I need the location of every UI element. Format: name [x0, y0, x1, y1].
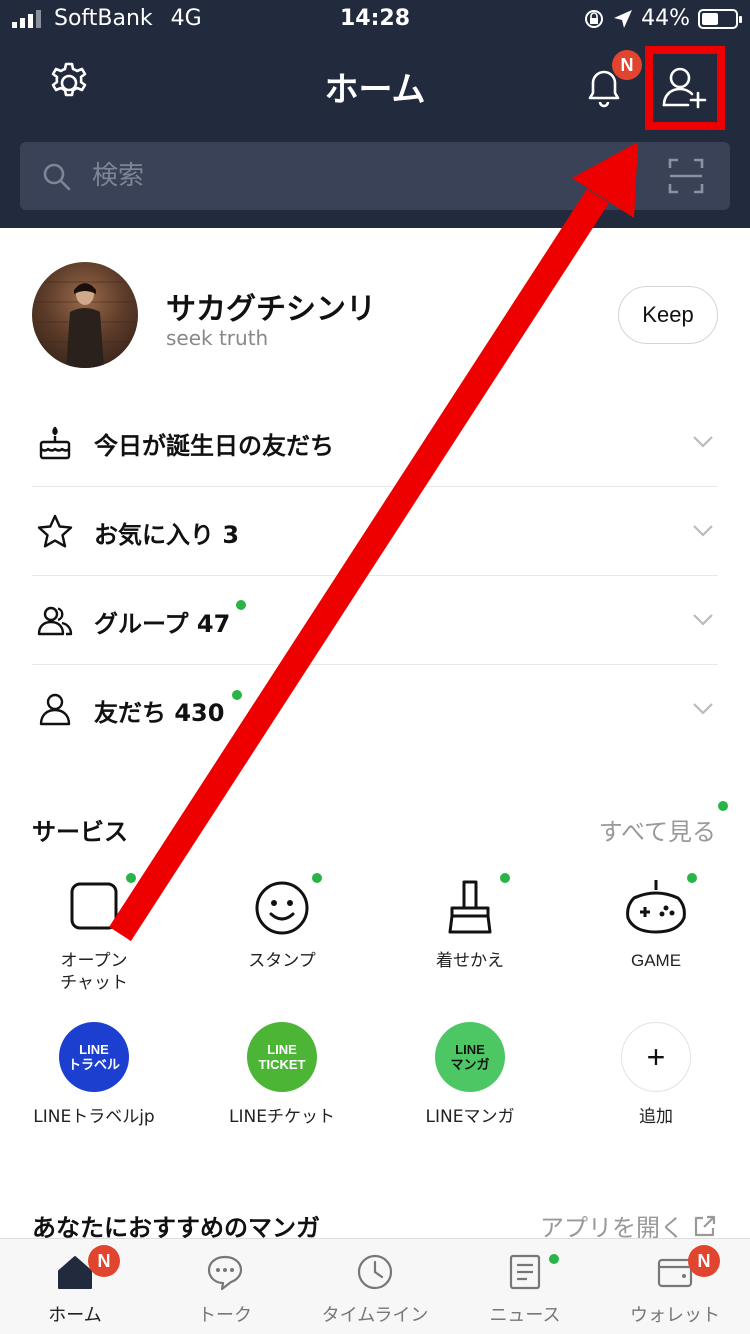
tab-label: ホーム: [48, 1305, 102, 1326]
see-all-link[interactable]: すべて見る: [599, 812, 716, 847]
new-indicator-dot: [232, 690, 242, 700]
plus-icon: +: [621, 1022, 691, 1092]
service-label: 追加: [639, 1107, 673, 1127]
line-ticket-icon: LINE TICKET: [247, 1022, 317, 1092]
location-icon: [614, 9, 633, 28]
status-bar: SoftBank 4G 14:28 44%: [0, 0, 750, 40]
service-label: LINEチケット: [229, 1107, 335, 1127]
line-manga-icon: LINE マンガ: [435, 1022, 505, 1092]
chevron-down-icon: [693, 614, 713, 626]
cake-icon: [39, 426, 71, 460]
tab-label: ウォレット: [630, 1305, 720, 1326]
service-line-manga[interactable]: LINE マンガ LINEマンガ: [376, 1022, 564, 1132]
new-indicator-dot: [126, 873, 136, 883]
chat-icon: [207, 1255, 243, 1291]
qr-scan-icon[interactable]: [668, 158, 704, 194]
service-label: GAME: [630, 951, 682, 970]
add-friend-button[interactable]: [645, 46, 725, 130]
list-row-label: 友だち 430: [94, 699, 225, 727]
tab-timeline[interactable]: タイムライン: [300, 1239, 450, 1334]
status-right: 44%: [583, 6, 742, 31]
service-theme[interactable]: 着せかえ: [376, 873, 564, 976]
battery-icon: [698, 8, 742, 29]
top-header: SoftBank 4G 14:28 44% ホーム N: [0, 0, 750, 228]
service-label: LINEマンガ: [425, 1107, 515, 1127]
clock-icon: [357, 1254, 393, 1290]
search-input[interactable]: [92, 156, 592, 196]
list-row-label: お気に入り 3: [94, 521, 240, 549]
tab-home[interactable]: N ホーム: [0, 1239, 150, 1334]
add-friend-icon: [662, 67, 707, 109]
list-row-label: グループ 47: [94, 610, 231, 638]
keep-button[interactable]: Keep: [618, 286, 718, 344]
new-indicator-dot: [549, 1254, 559, 1264]
group-icon: [37, 606, 73, 636]
list-row-groups[interactable]: グループ 47: [32, 576, 718, 665]
new-indicator-dot: [312, 873, 322, 883]
chevron-down-icon: [693, 436, 713, 448]
service-label: 着せかえ: [436, 951, 504, 971]
service-add[interactable]: + 追加: [562, 1022, 750, 1132]
list-row-birthdays[interactable]: 今日が誕生日の友だち: [32, 398, 718, 487]
service-label: スタンプ: [248, 951, 316, 971]
tab-label: タイムライン: [321, 1305, 429, 1326]
tab-wallet[interactable]: N ウォレット: [600, 1239, 750, 1334]
profile-section[interactable]: サカグチシンリ seek truth Keep: [0, 228, 750, 398]
list-row-label: 今日が誕生日の友だち: [94, 432, 334, 460]
tab-news[interactable]: ニュース: [450, 1239, 600, 1334]
sticker-icon: [255, 881, 309, 935]
list-row-friends[interactable]: 友だち 430: [32, 665, 718, 754]
wallet-badge: N: [688, 1245, 720, 1277]
chevron-down-icon: [693, 703, 713, 715]
tab-label: ニュース: [489, 1305, 561, 1326]
game-icon: [626, 880, 686, 934]
news-icon: [509, 1254, 541, 1290]
profile-status-message: seek truth: [166, 326, 269, 350]
notification-badge: N: [612, 50, 642, 80]
home-badge: N: [88, 1245, 120, 1277]
line-travel-icon: LINE トラベル: [59, 1022, 129, 1092]
rotation-lock-icon: [585, 9, 604, 28]
service-line-travel[interactable]: LINE トラベル LINEトラベルjp: [0, 1022, 188, 1132]
theme-icon: [448, 880, 492, 934]
new-indicator-dot: [687, 873, 697, 883]
avatar-photo: [32, 281, 138, 368]
chevron-down-icon: [693, 525, 713, 537]
new-indicator-dot: [718, 801, 728, 811]
search-bar[interactable]: [20, 142, 730, 210]
profile-name: サカグチシンリ: [166, 292, 376, 327]
list-row-favorites[interactable]: お気に入り 3: [32, 487, 718, 576]
search-icon: [43, 163, 71, 191]
battery-percent: 44%: [641, 6, 690, 31]
avatar[interactable]: [32, 262, 138, 368]
openchat-icon: [70, 882, 118, 930]
external-link-icon: [694, 1215, 716, 1236]
tab-chats[interactable]: トーク: [150, 1239, 300, 1334]
star-icon: [37, 514, 73, 548]
new-indicator-dot: [236, 600, 246, 610]
service-line-ticket[interactable]: LINE TICKET LINEチケット: [188, 1022, 376, 1132]
service-label: LINEトラベルjp: [33, 1107, 155, 1127]
new-indicator-dot: [500, 873, 510, 883]
tab-label: トーク: [198, 1305, 252, 1326]
service-sticker[interactable]: スタンプ: [188, 873, 376, 976]
services-title: サービス: [32, 818, 128, 846]
service-openchat[interactable]: オープン チャット: [0, 873, 188, 996]
person-icon: [39, 693, 71, 726]
service-label: オープン チャット: [60, 951, 128, 993]
service-game[interactable]: GAME: [562, 873, 750, 976]
tab-bar: N ホーム トーク タイムライン ニュース N ウォレット: [0, 1238, 750, 1334]
